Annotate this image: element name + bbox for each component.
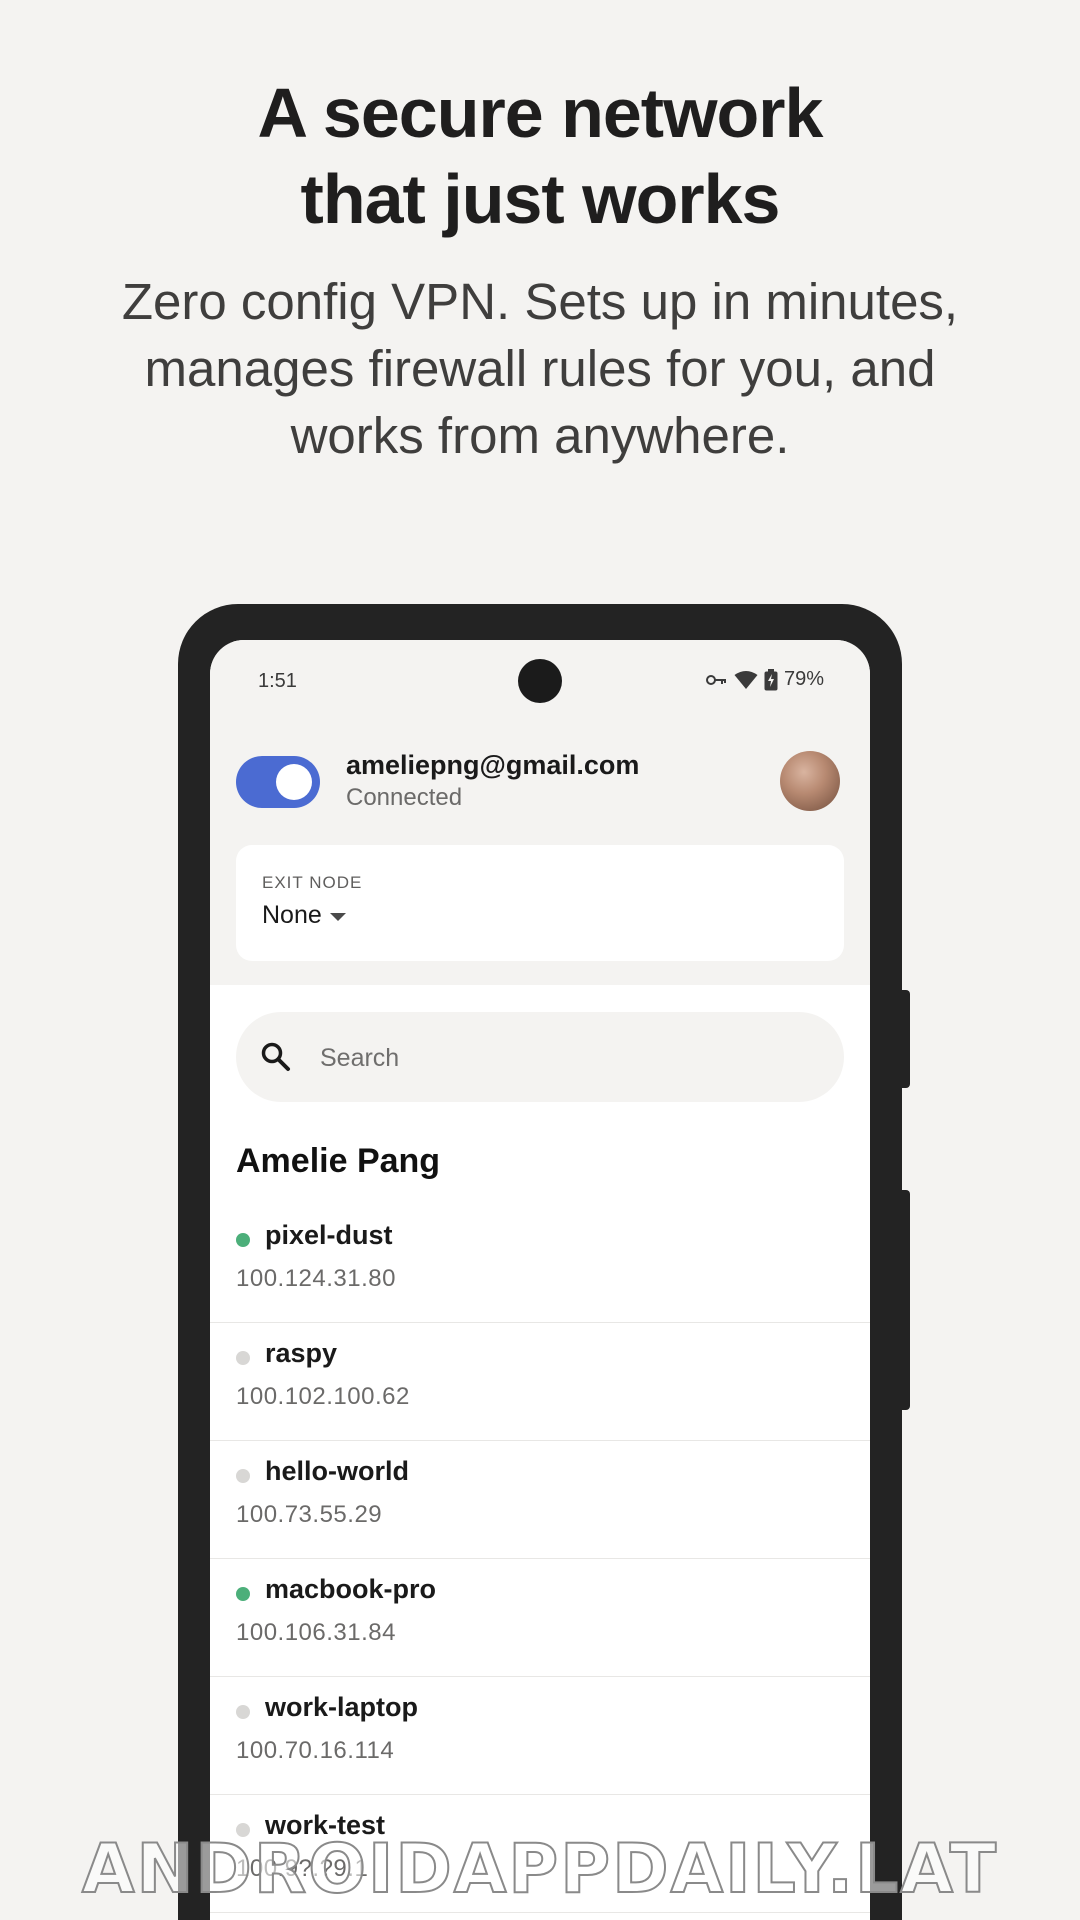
phone-screen: 1:51 79% ameliepng@gmail.com Connected E… — [210, 640, 870, 1920]
watermark: ANDROIDAPPDAILY.LAT — [81, 1829, 999, 1910]
device-ip: 100.70.16.114 — [236, 1737, 395, 1764]
search-icon — [261, 1042, 290, 1071]
promo-screen: A secure network that just works Zero co… — [0, 0, 1080, 1920]
account-email: ameliepng@gmail.com — [346, 750, 640, 780]
device-name: work-laptop — [265, 1692, 418, 1722]
device-name: macbook-pro — [265, 1574, 437, 1604]
subheadline-line-2: manages firewall rules for you, and — [144, 340, 936, 397]
offline-status-dot — [236, 1469, 250, 1483]
search-bar[interactable] — [236, 1012, 844, 1102]
offline-status-dot — [236, 1351, 250, 1365]
vpn-toggle[interactable] — [236, 756, 320, 808]
online-status-dot — [236, 1587, 250, 1601]
device-ip: 100.124.31.80 — [236, 1265, 396, 1292]
vpn-key-icon — [705, 674, 726, 685]
device-row[interactable]: raspy 100.102.100.62 — [210, 1323, 870, 1441]
subheadline-line-3: works from anywhere. — [290, 407, 790, 464]
search-input[interactable] — [318, 1032, 822, 1084]
device-name: raspy — [265, 1338, 338, 1368]
phone-power-button — [900, 990, 910, 1088]
device-list: pixel-dust 100.124.31.80 raspy 100.102.1… — [210, 1205, 870, 1913]
headline-line-1: A secure network — [257, 74, 824, 152]
online-status-dot — [236, 1233, 250, 1247]
battery-percent: 79% — [783, 668, 824, 690]
device-ip: 100.106.31.84 — [236, 1619, 396, 1646]
account-header: 1:51 79% ameliepng@gmail.com Connected E… — [210, 640, 870, 985]
status-icons: 79% — [705, 668, 824, 691]
avatar[interactable] — [780, 751, 840, 811]
promo-subheadline: Zero config VPN. Sets up in minutes, man… — [60, 268, 1020, 469]
device-row[interactable]: hello-world 100.73.55.29 — [210, 1441, 870, 1559]
chevron-down-icon — [329, 912, 346, 921]
headline-line-2: that just works — [300, 160, 781, 238]
camera-cutout — [518, 659, 562, 703]
device-row[interactable]: work-laptop 100.70.16.114 — [210, 1677, 870, 1795]
device-name: hello-world — [265, 1456, 409, 1486]
status-time: 1:51 — [258, 670, 297, 692]
exit-node-label: EXIT NODE — [262, 873, 363, 892]
device-name: pixel-dust — [265, 1220, 393, 1250]
offline-status-dot — [236, 1705, 250, 1719]
device-ip: 100.73.55.29 — [236, 1501, 383, 1528]
phone-volume-button — [900, 1190, 910, 1410]
toggle-knob — [276, 764, 312, 800]
exit-node-value: None — [262, 901, 322, 929]
connection-status: Connected — [346, 784, 463, 811]
device-owner-heading: Amelie Pang — [236, 1142, 441, 1180]
promo-headline: A secure network that just works — [0, 70, 1080, 242]
subheadline-line-1: Zero config VPN. Sets up in minutes, — [121, 273, 959, 330]
battery-charging-icon — [764, 668, 778, 690]
device-row[interactable]: macbook-pro 100.106.31.84 — [210, 1559, 870, 1677]
exit-node-selector[interactable]: EXIT NODE None — [236, 845, 844, 961]
wifi-icon — [734, 670, 758, 689]
device-row[interactable]: pixel-dust 100.124.31.80 — [210, 1205, 870, 1323]
exit-node-value-row: None — [262, 901, 346, 930]
device-ip: 100.102.100.62 — [236, 1383, 410, 1410]
